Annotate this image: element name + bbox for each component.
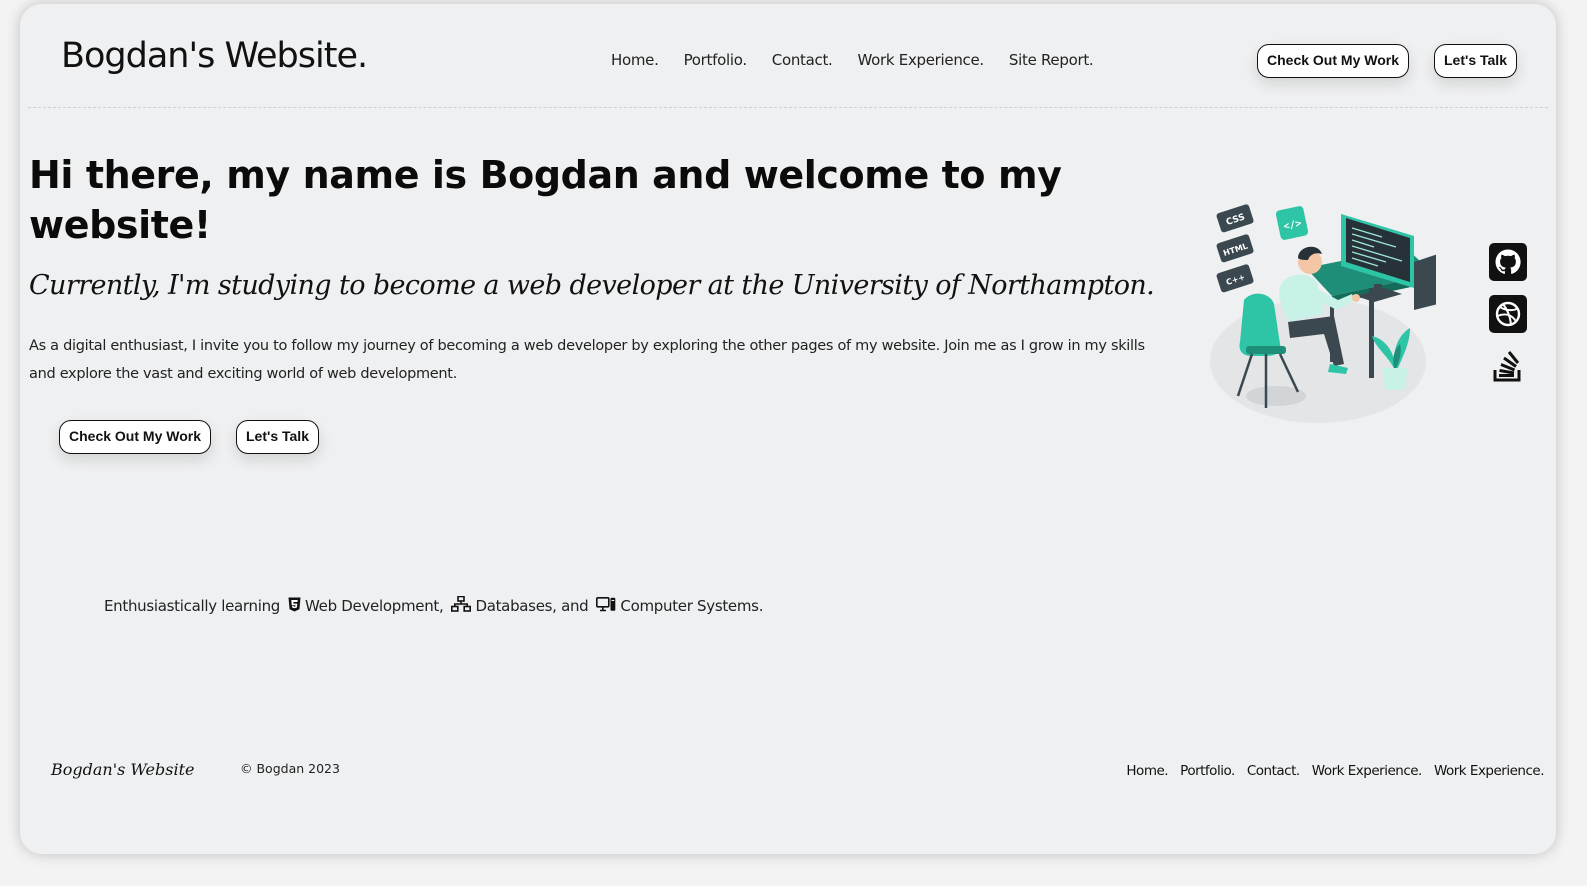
hero-check-out-work-button[interactable]: Check Out My Work	[59, 420, 211, 454]
nav-work-experience[interactable]: Work Experience.	[858, 51, 985, 69]
learning-item-computer-systems: Computer Systems.	[620, 597, 764, 615]
learning-item-databases: Databases, and	[475, 597, 589, 615]
nav-home[interactable]: Home.	[611, 51, 659, 69]
hero-intro: As a digital enthusiast, I invite you to…	[29, 338, 1145, 382]
header-divider	[28, 107, 1548, 108]
github-icon[interactable]	[1488, 242, 1528, 282]
dribbble-icon[interactable]	[1488, 294, 1528, 334]
computer-icon	[596, 596, 616, 616]
nav-portfolio[interactable]: Portfolio.	[684, 51, 748, 69]
social-links	[1488, 242, 1528, 398]
learning-line: Enthusiastically learning Web Developmen…	[104, 595, 764, 616]
footer-nav: Home. Portfolio. Contact. Work Experienc…	[1119, 760, 1544, 779]
footer-copyright: © Bogdan 2023	[240, 761, 340, 776]
header-lets-talk-button[interactable]: Let's Talk	[1434, 44, 1517, 78]
footer-brand[interactable]: Bogdan's Website	[51, 760, 195, 779]
footer-nav-work-experience-2[interactable]: Work Experience.	[1434, 763, 1545, 779]
stackoverflow-icon[interactable]	[1488, 346, 1528, 386]
learning-prefix: Enthusiastically learning	[104, 597, 281, 615]
learning-item-web-development: Web Development,	[305, 597, 444, 615]
site-brand[interactable]: Bogdan's Website.	[61, 36, 368, 76]
hero-subtitle: Currently, I'm studying to become a web …	[29, 270, 1155, 301]
html5-icon	[288, 597, 301, 616]
footer-nav-home[interactable]: Home.	[1126, 763, 1168, 779]
nav-contact[interactable]: Contact.	[772, 51, 833, 69]
developer-illustration: CSS HTML C++ </>	[1206, 196, 1438, 428]
site-header: Bogdan's Website. Home. Portfolio. Conta…	[20, 4, 1556, 108]
main-nav: Home. Portfolio. Contact. Work Experienc…	[611, 51, 1118, 69]
hero-lets-talk-button[interactable]: Let's Talk	[236, 420, 319, 454]
page-frame: Bogdan's Website. Home. Portfolio. Conta…	[20, 4, 1556, 854]
nav-site-report[interactable]: Site Report.	[1009, 51, 1094, 69]
footer-nav-portfolio[interactable]: Portfolio.	[1180, 763, 1235, 779]
header-check-out-work-button[interactable]: Check Out My Work	[1257, 44, 1409, 78]
footer-nav-work-experience[interactable]: Work Experience.	[1312, 763, 1423, 779]
footer-nav-contact[interactable]: Contact.	[1247, 763, 1300, 779]
hero-heading: Hi there, my name is Bogdan and welcome …	[29, 153, 1062, 247]
sitemap-icon	[451, 595, 472, 616]
